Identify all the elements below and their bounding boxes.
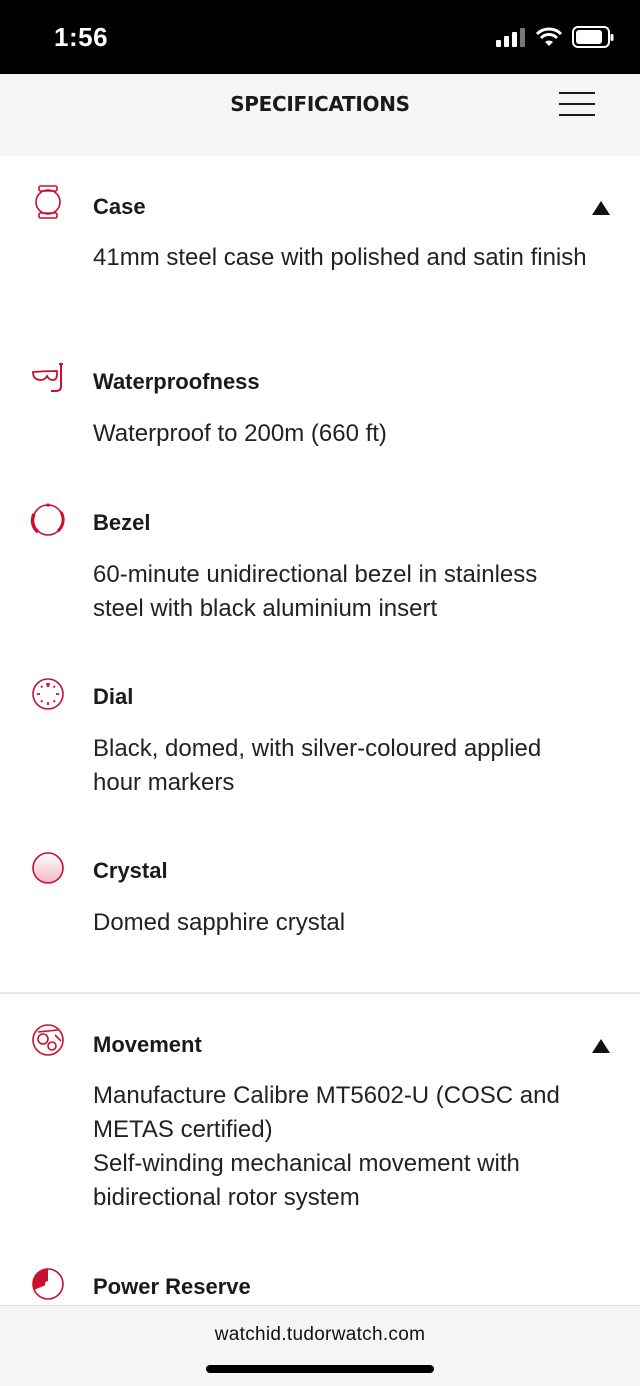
url-text[interactable]: watchid.tudorwatch.com (0, 1324, 640, 1346)
cellular-signal-icon (496, 28, 525, 47)
collapse-toggle[interactable] (592, 201, 610, 215)
status-bar: 1:56 (0, 0, 640, 74)
spec-label: Case (93, 194, 146, 219)
hamburger-line (559, 114, 595, 116)
hamburger-line (559, 103, 595, 105)
spec-description: Domed sapphire crystal (93, 909, 346, 936)
wifi-icon (536, 27, 562, 46)
spec-label: Crystal (93, 858, 168, 883)
spec-label: Waterproofness (93, 369, 260, 394)
spec-description-line2: Self-winding mechanical movement with bi… (93, 1150, 520, 1211)
spec-label: Bezel (93, 510, 151, 535)
collapse-toggle[interactable] (592, 1039, 610, 1053)
spec-label: Dial (93, 684, 134, 709)
movement-icon (32, 1024, 64, 1056)
dial-icon (32, 678, 64, 710)
status-time: 1:56 (54, 22, 109, 52)
crystal-icon (32, 852, 64, 884)
snorkel-icon (32, 363, 63, 392)
browser-address-bar: watchid.tudorwatch.com (0, 1305, 640, 1386)
spec-description: 60-minute unidirectional bezel in stainl… (93, 561, 538, 622)
spec-description-line1: Manufacture Calibre MT5602-U (COSC and M… (93, 1082, 560, 1143)
spec-label: Movement (93, 1032, 202, 1057)
hamburger-icon (559, 92, 595, 94)
power-reserve-icon (32, 1268, 64, 1300)
home-indicator[interactable] (206, 1365, 434, 1373)
spec-description: Waterproof to 200m (660 ft) (93, 420, 387, 447)
case-icon (35, 185, 61, 219)
bezel-icon (30, 503, 65, 536)
menu-button[interactable] (557, 92, 597, 122)
spec-label: Power Reserve (93, 1274, 251, 1299)
spec-description: Black, domed, with silver-coloured appli… (93, 735, 542, 796)
battery-icon (572, 26, 614, 48)
header: SPECIFICATIONS (0, 74, 640, 156)
page-title: SPECIFICATIONS (230, 92, 410, 116)
section-divider (0, 992, 640, 994)
spec-description: 41mm steel case with polished and satin … (93, 244, 587, 271)
status-icons (496, 26, 614, 48)
